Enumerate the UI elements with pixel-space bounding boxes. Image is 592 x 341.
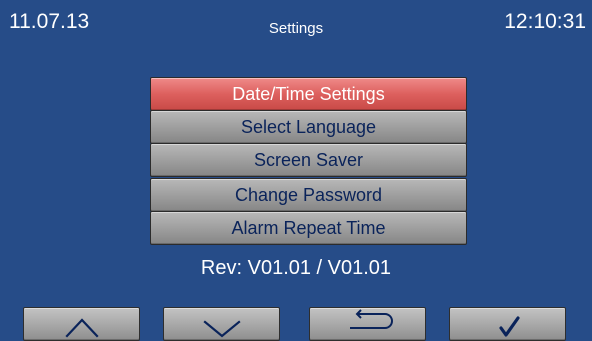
confirm-button[interactable] [449, 307, 566, 341]
select-language-button[interactable]: Select Language [150, 110, 467, 144]
settings-screen: 11.07.13 Settings 12:10:31 Date/Time Set… [0, 0, 592, 341]
up-arrow-icon [65, 318, 99, 338]
up-button[interactable] [23, 307, 140, 341]
change-password-button[interactable]: Change Password [150, 178, 467, 212]
time-display: 12:10:31 [504, 10, 586, 33]
settings-menu: Date/Time Settings Select Language Scree… [150, 77, 467, 245]
down-arrow-icon [203, 320, 241, 338]
alarm-repeat-time-button[interactable]: Alarm Repeat Time [150, 211, 467, 245]
screen-saver-button[interactable]: Screen Saver [150, 143, 467, 177]
check-icon [499, 316, 520, 337]
page-title: Settings [268, 20, 324, 37]
revision-text: Rev: V01.01 / V01.01 [200, 257, 392, 279]
date-time-settings-button[interactable]: Date/Time Settings [150, 77, 467, 111]
return-arrow-icon [350, 309, 393, 329]
back-button[interactable] [309, 307, 426, 341]
down-button[interactable] [163, 307, 280, 341]
header-bar: 11.07.13 Settings 12:10:31 [0, 0, 592, 64]
